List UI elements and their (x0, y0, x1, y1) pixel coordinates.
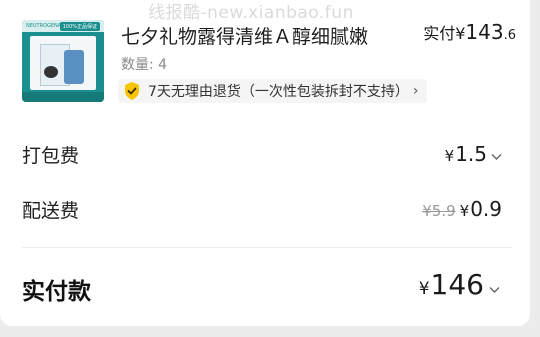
delivery-fee-currency: ¥ (459, 202, 470, 220)
delivery-fee-value: ¥5.9 ¥ 0.9 (422, 197, 502, 221)
product-title[interactable]: 七夕礼物露得清维Ａ醇细腻嫩 (121, 22, 368, 49)
total-paid-amount: 146 (430, 268, 484, 301)
paid-price-decimal: .6 (503, 28, 516, 43)
delivery-fee-original: ¥5.9 (422, 202, 456, 220)
delivery-fee-label: 配送费 (22, 200, 80, 222)
delivery-fee-amount: 0.9 (470, 197, 502, 221)
packing-fee-label: 打包费 (22, 145, 80, 167)
chevron-down-icon (489, 287, 500, 293)
total-paid-currency: ¥ (418, 279, 430, 299)
total-paid-label: 实付款 (22, 279, 91, 305)
watermark: 线报酷-new.xianbao.fun (148, 3, 354, 23)
product-paid-price: 实付¥143.6 (423, 20, 516, 44)
product-tube-graphic (64, 50, 84, 84)
packing-fee-currency: ¥ (444, 147, 455, 165)
chevron-right-icon: › (412, 83, 419, 99)
thumbnail-guarantee-tag: 100%正品保证 (59, 22, 100, 31)
product-quantity: 数量: 4 (121, 57, 168, 73)
order-detail-card: 线报酷-new.xianbao.fun NEUTROGENA 100%正品保证 … (0, 0, 530, 326)
packing-fee-value[interactable]: ¥ 1.5 (445, 142, 502, 166)
product-puff-graphic (44, 66, 58, 78)
return-policy-text: 7天无理由退货（一次性包装拆封不支持） (148, 84, 409, 100)
total-paid-value[interactable]: ¥ 146 (419, 268, 500, 301)
thumbnail-product-image (30, 36, 96, 90)
paid-price-integer: 143 (465, 20, 504, 44)
paid-price-prefix: 实付¥ (423, 24, 466, 43)
chevron-down-icon (491, 154, 502, 160)
thumbnail-bottom-strip (22, 92, 104, 102)
packing-fee-amount: 1.5 (455, 142, 487, 166)
product-thumbnail[interactable]: NEUTROGENA 100%正品保证 (22, 20, 104, 102)
divider (22, 247, 512, 248)
thumbnail-top-strip: NEUTROGENA 100%正品保证 (22, 20, 104, 32)
shield-check-icon (125, 82, 139, 100)
return-policy-badge[interactable]: 7天无理由退货（一次性包装拆封不支持） › (118, 79, 427, 103)
thumbnail-brand-logo: NEUTROGENA (26, 23, 62, 29)
